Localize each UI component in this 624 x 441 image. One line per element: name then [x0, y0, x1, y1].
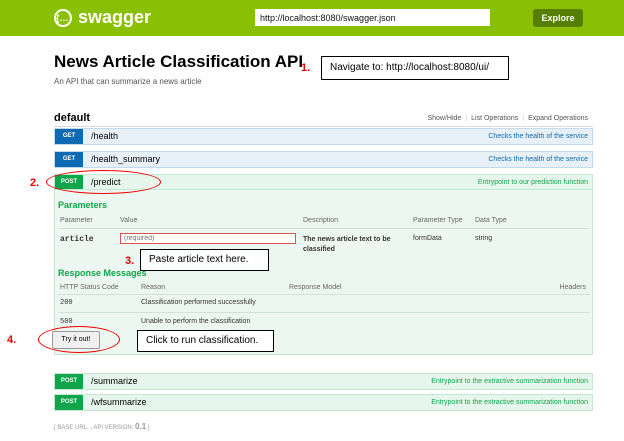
operation-summary[interactable]: Entrypoint to the extractive summarizati… [431, 395, 588, 410]
operation-path[interactable]: /wfsummarize [91, 395, 147, 410]
section-title[interactable]: default [54, 112, 90, 124]
api-description: An API that can summarize a news article [54, 77, 202, 86]
param-header-rule [58, 228, 590, 229]
parameters-heading: Parameters [58, 200, 108, 210]
annotation-oval-try [38, 326, 120, 353]
annotation-callout-3: Paste article text here. [140, 249, 269, 271]
resp-col-reason: Reason [141, 284, 166, 291]
resp-code: 200 [60, 299, 73, 307]
annotation-oval-predict [46, 170, 161, 194]
base-url-label: [ BASE URL: , API VERSION: [54, 425, 134, 431]
operation-path[interactable]: /summarize [91, 374, 138, 389]
param-description: The news article text to be classified [303, 236, 391, 253]
operation-summary[interactable]: Checks the health of the service [488, 152, 588, 167]
operation-get-health-summary[interactable]: GET /health_summary Checks the health of… [54, 151, 593, 168]
method-badge: GET [55, 152, 83, 167]
operation-get-health[interactable]: GET /health Checks the health of the ser… [54, 128, 593, 145]
operation-summary[interactable]: Entrypoint to the extractive summarizati… [431, 374, 588, 389]
param-col-description: Description [303, 217, 339, 224]
param-col-datatype: Data Type [475, 217, 507, 224]
param-type: formData [413, 235, 442, 242]
footer-close-bracket: ] [147, 425, 150, 431]
list-operations-link[interactable]: List Operations [467, 115, 522, 122]
resp-col-model: Response Model [289, 284, 342, 291]
param-col-type: Parameter Type [413, 217, 463, 224]
annotation-number-3: 3. [125, 255, 135, 267]
show-hide-link[interactable]: Show/Hide [423, 115, 465, 122]
resp-col-code: HTTP Status Code [60, 284, 119, 291]
section-links: Show/Hide | List Operations | Expand Operati… [423, 115, 592, 122]
resp-reason: Classification performed successfully [141, 299, 256, 306]
section-divider [54, 126, 593, 127]
method-badge: GET [55, 129, 83, 144]
param-col-parameter: Parameter [60, 217, 93, 224]
operation-summary[interactable]: Checks the health of the service [488, 129, 588, 144]
annotation-number-2: 2. [30, 177, 40, 189]
logo-text: swagger [78, 7, 152, 27]
response-messages-heading: Response Messages [58, 268, 147, 278]
swagger-logo[interactable]: {…} swagger [54, 7, 151, 28]
param-col-value: Value [120, 217, 138, 224]
annotation-number-4: 4. [7, 334, 17, 346]
spec-url-input[interactable] [255, 9, 490, 26]
annotation-callout-4: Click to run classification. [137, 330, 274, 352]
resp-reason: Unable to perform the classification [141, 318, 251, 325]
resp-header-rule [58, 294, 590, 295]
operation-post-wfsummarize[interactable]: POST /wfsummarize Entrypoint to the extr… [54, 394, 593, 411]
method-badge: POST [55, 374, 83, 389]
param-name: article [60, 235, 94, 244]
expand-operations-link[interactable]: Expand Operations [524, 115, 592, 122]
resp-code: 500 [60, 318, 73, 326]
article-value-input[interactable] [120, 233, 296, 244]
annotation-callout-1: Navigate to: http://localhost:8080/ui/ [321, 56, 509, 80]
operation-summary[interactable]: Entrypoint to our prediction function [478, 175, 588, 190]
resp-row-rule [58, 312, 590, 313]
swagger-logo-icon: {…} [54, 8, 72, 27]
method-badge: POST [55, 395, 83, 410]
resp-col-headers: Headers [559, 284, 586, 291]
api-title: News Article Classification API [54, 52, 304, 71]
operation-path[interactable]: /health [91, 129, 118, 144]
explore-button[interactable]: Explore [533, 9, 583, 27]
operation-path[interactable]: /health_summary [91, 152, 160, 167]
annotation-number-1: 1. [301, 62, 311, 74]
api-version: 0.1 [135, 422, 147, 431]
param-data-type: string [475, 235, 493, 242]
top-bar: {…} swagger Explore [0, 0, 624, 36]
operation-post-summarize[interactable]: POST /summarize Entrypoint to the extrac… [54, 373, 593, 390]
footer-info: [ BASE URL: , API VERSION: 0.1 ] [54, 422, 150, 431]
